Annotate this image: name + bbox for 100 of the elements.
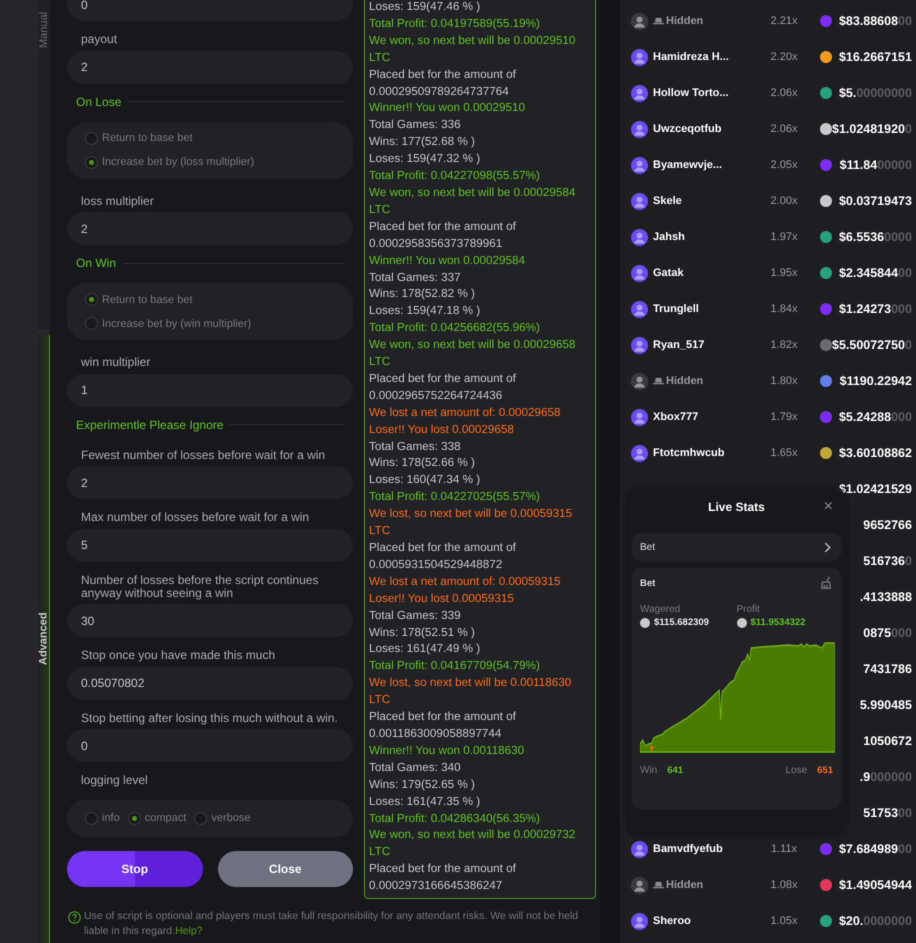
multiplier: 1.82x — [770, 339, 798, 351]
input-field[interactable]: 0.05070802 — [67, 666, 353, 700]
section-heading: On Lose — [76, 94, 122, 109]
radio-button[interactable] — [128, 812, 141, 825]
radio-label[interactable]: Return to base bet — [102, 294, 193, 306]
avatar — [631, 120, 648, 138]
avatar — [631, 156, 648, 174]
input-field[interactable]: 2 — [67, 50, 353, 84]
radio-button[interactable] — [85, 132, 98, 145]
avatar — [631, 444, 648, 462]
log-line: Total Profit: 0.04256682(55.96%) — [369, 320, 541, 336]
player-name[interactable]: Uwzceqotfub — [653, 123, 722, 135]
log-line: Placed bet for the amount of 0.0011863009058897744 — [369, 709, 517, 742]
action-button[interactable]: Stop — [67, 850, 202, 887]
radio-label[interactable]: compact — [144, 812, 186, 824]
player-name[interactable]: Gatak — [653, 267, 684, 279]
log-line: Loses: 159(47.46 % ) — [369, 0, 482, 15]
input-field[interactable]: 5 — [67, 528, 353, 562]
log-line: Wins: 178(52.66 % ) — [369, 455, 476, 472]
player-name[interactable]: Bamvdfyefub — [653, 843, 723, 855]
field-label: win multiplier — [80, 356, 152, 369]
multiplier: 2.05x — [770, 159, 798, 171]
avatar — [631, 300, 648, 318]
avatar — [631, 408, 648, 426]
field-label: Max number of losses before wait for a win — [80, 511, 310, 524]
input-field[interactable]: 0 — [67, 729, 353, 762]
hat-icon — [653, 376, 664, 386]
log-line: Total Profit: 0.04227025(55.57%) — [369, 489, 541, 506]
player-name[interactable]: Skele — [653, 195, 682, 207]
player-name[interactable]: Sheroo — [653, 915, 691, 927]
payout-amount: $2.34584400 — [838, 266, 912, 280]
log-line: Total Games: 336 — [369, 117, 462, 134]
avatar — [631, 48, 648, 66]
player-name[interactable]: Ryan_517 — [653, 339, 704, 351]
broom-icon[interactable] — [819, 576, 833, 590]
log-line: Winner!! You won 0.00118630 — [369, 742, 526, 759]
input-field[interactable]: 0 — [67, 0, 353, 21]
log-line: Loses: 159(47.18 % ) — [369, 303, 482, 320]
radio-button[interactable] — [85, 812, 98, 825]
player-name[interactable]: Hidden — [666, 879, 704, 891]
payout-amount: .9000000 — [860, 770, 912, 784]
log-line: We lost a net amount of: 0.00029658 — [369, 404, 562, 421]
radio-label[interactable]: verbose — [211, 812, 250, 824]
card-title: Bet — [640, 578, 656, 588]
multiplier: 2.00x — [770, 195, 798, 207]
avatar — [631, 840, 648, 858]
player-name[interactable]: Jahsh — [653, 231, 685, 243]
avatar — [631, 84, 648, 102]
input-field[interactable]: 2 — [67, 466, 353, 500]
log-line: Loses: 160(47.34 % ) — [369, 472, 482, 488]
player-name[interactable]: Hamidreza H... — [653, 51, 729, 63]
help-link[interactable]: Help? — [175, 925, 202, 937]
field-label: payout — [80, 33, 118, 46]
radio-button[interactable] — [85, 293, 98, 306]
radio-label[interactable]: Increase bet by (win multiplier) — [102, 318, 252, 330]
radio-button[interactable] — [85, 317, 98, 330]
log-line: Placed bet for the amount of 0.00029509789264737764 — [369, 66, 517, 100]
player-name[interactable]: Byamewvje... — [653, 159, 722, 171]
multiplier: 1.11x — [770, 843, 798, 855]
field-label: loss multiplier — [80, 194, 155, 208]
avatar — [631, 876, 648, 894]
payout-amount: $6.55360000 — [838, 230, 912, 244]
player-name[interactable]: Ftotcmhwcub — [653, 447, 724, 459]
log-line: Loses: 159(47.32 % ) — [369, 151, 482, 168]
log-line: Placed bet for the amount of 0.0002965752264724436 — [369, 370, 517, 404]
log-line: We won, so next bet will be 0.00029584 LTC — [369, 184, 576, 218]
radio-label[interactable]: info — [102, 812, 120, 824]
player-name[interactable]: Hidden — [666, 375, 704, 387]
player-name[interactable]: Hidden — [666, 15, 704, 27]
multiplier: 1.79x — [770, 411, 798, 423]
mode-tab[interactable]: Advanced — [38, 335, 50, 943]
payout-amount: $0.03719473 — [838, 194, 912, 208]
log-line: Total Games: 337 — [369, 270, 462, 286]
multiplier: 1.05x — [770, 915, 798, 927]
log-line: Wins: 179(52.65 % ) — [369, 776, 476, 793]
multiplier: 1.08x — [770, 879, 798, 891]
player-name[interactable]: Hollow Torto... — [653, 87, 729, 99]
action-button[interactable]: Close — [218, 850, 353, 887]
field-label: Number of losses before the script continues anyway without seeing a win — [80, 574, 320, 600]
avatar — [631, 228, 648, 246]
radio-button[interactable] — [85, 156, 98, 169]
payout-amount: 1050672 — [863, 734, 912, 748]
radio-label[interactable]: Return to base bet — [102, 132, 193, 144]
log-line: Placed bet for the amount of 0.0002958356373789961 — [369, 218, 517, 252]
payout-amount: $20.0000000 — [838, 914, 912, 928]
player-name[interactable]: Trunglell — [653, 303, 699, 315]
payout-amount: $1.024819200 — [832, 122, 912, 136]
radio-label[interactable]: Increase bet by (loss multiplier) — [102, 156, 254, 168]
multiplier: 2.20x — [770, 51, 798, 63]
payout-amount: $7.68498900 — [838, 842, 912, 856]
bet-selector[interactable]: Bet — [632, 533, 841, 561]
payout-amount: $5.24288000 — [838, 410, 912, 424]
avatar — [631, 264, 648, 282]
input-field[interactable]: 1 — [67, 374, 353, 407]
player-name[interactable]: Xbox777 — [653, 411, 698, 423]
close-button[interactable]: × — [820, 498, 837, 516]
input-field[interactable]: 2 — [67, 212, 353, 246]
multiplier: 2.21x — [770, 15, 798, 27]
radio-button[interactable] — [194, 812, 208, 825]
input-field[interactable]: 30 — [67, 604, 353, 638]
